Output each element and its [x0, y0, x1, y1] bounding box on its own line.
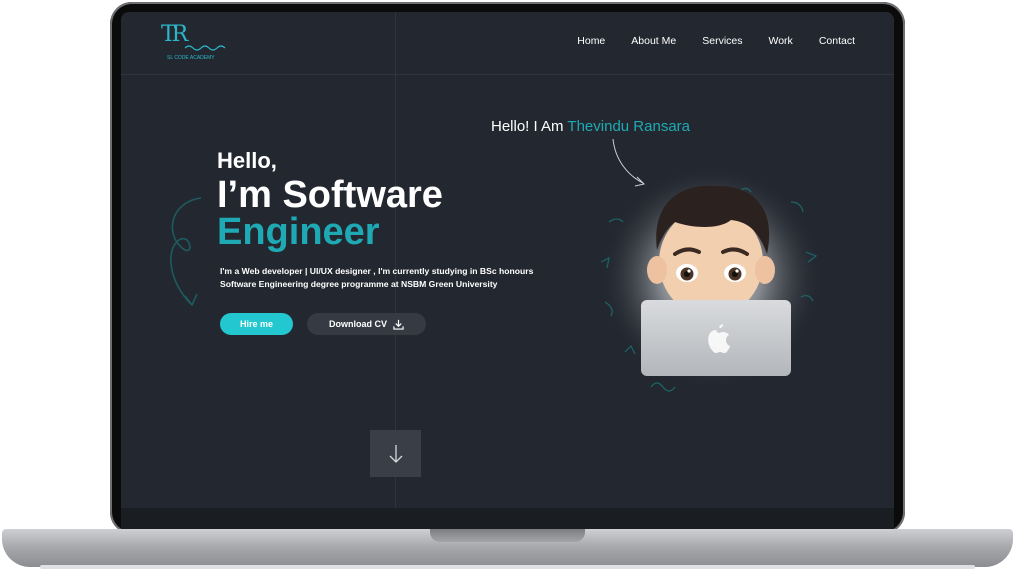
nav-services[interactable]: Services [702, 35, 742, 47]
avatar-illustration [599, 165, 823, 392]
greeting-name: Thevindu Ransara [567, 118, 690, 135]
scroll-down-button[interactable] [370, 430, 421, 477]
hero-role: Engineer [217, 211, 380, 253]
laptop-base-notch [430, 529, 585, 542]
nav-about-me[interactable]: About Me [631, 35, 676, 47]
logo-wave-icon [184, 45, 226, 51]
screen-bezel-bottom [121, 508, 894, 530]
main-nav: Home About Me Services Work Contact [577, 35, 855, 47]
greeting: Hello! I Am Thevindu Ransara [491, 118, 690, 135]
hero-hello: Hello, [217, 148, 277, 173]
nav-home[interactable]: Home [577, 35, 605, 47]
laptop-base-shadow [40, 565, 975, 569]
grid-line-horizontal [121, 74, 894, 75]
download-cv-button[interactable]: Download CV [307, 313, 426, 335]
logo-monogram: TR [161, 22, 188, 47]
hero-description: I'm a Web developer | UI/UX designer , I… [220, 266, 534, 290]
decorative-scribble-icon [170, 197, 202, 307]
nav-contact[interactable]: Contact [819, 35, 855, 47]
website-screen: TR SL CODE ACADEMY Home About Me Service… [121, 12, 894, 508]
download-icon [393, 319, 404, 330]
hire-me-button[interactable]: Hire me [220, 313, 293, 335]
greeting-prefix: Hello! I Am [491, 118, 568, 135]
nav-work[interactable]: Work [769, 35, 793, 47]
download-cv-label: Download CV [329, 319, 387, 329]
arrow-down-icon [389, 444, 402, 463]
site-logo[interactable]: TR SL CODE ACADEMY [159, 22, 229, 66]
logo-caption: SL CODE ACADEMY [167, 55, 215, 61]
